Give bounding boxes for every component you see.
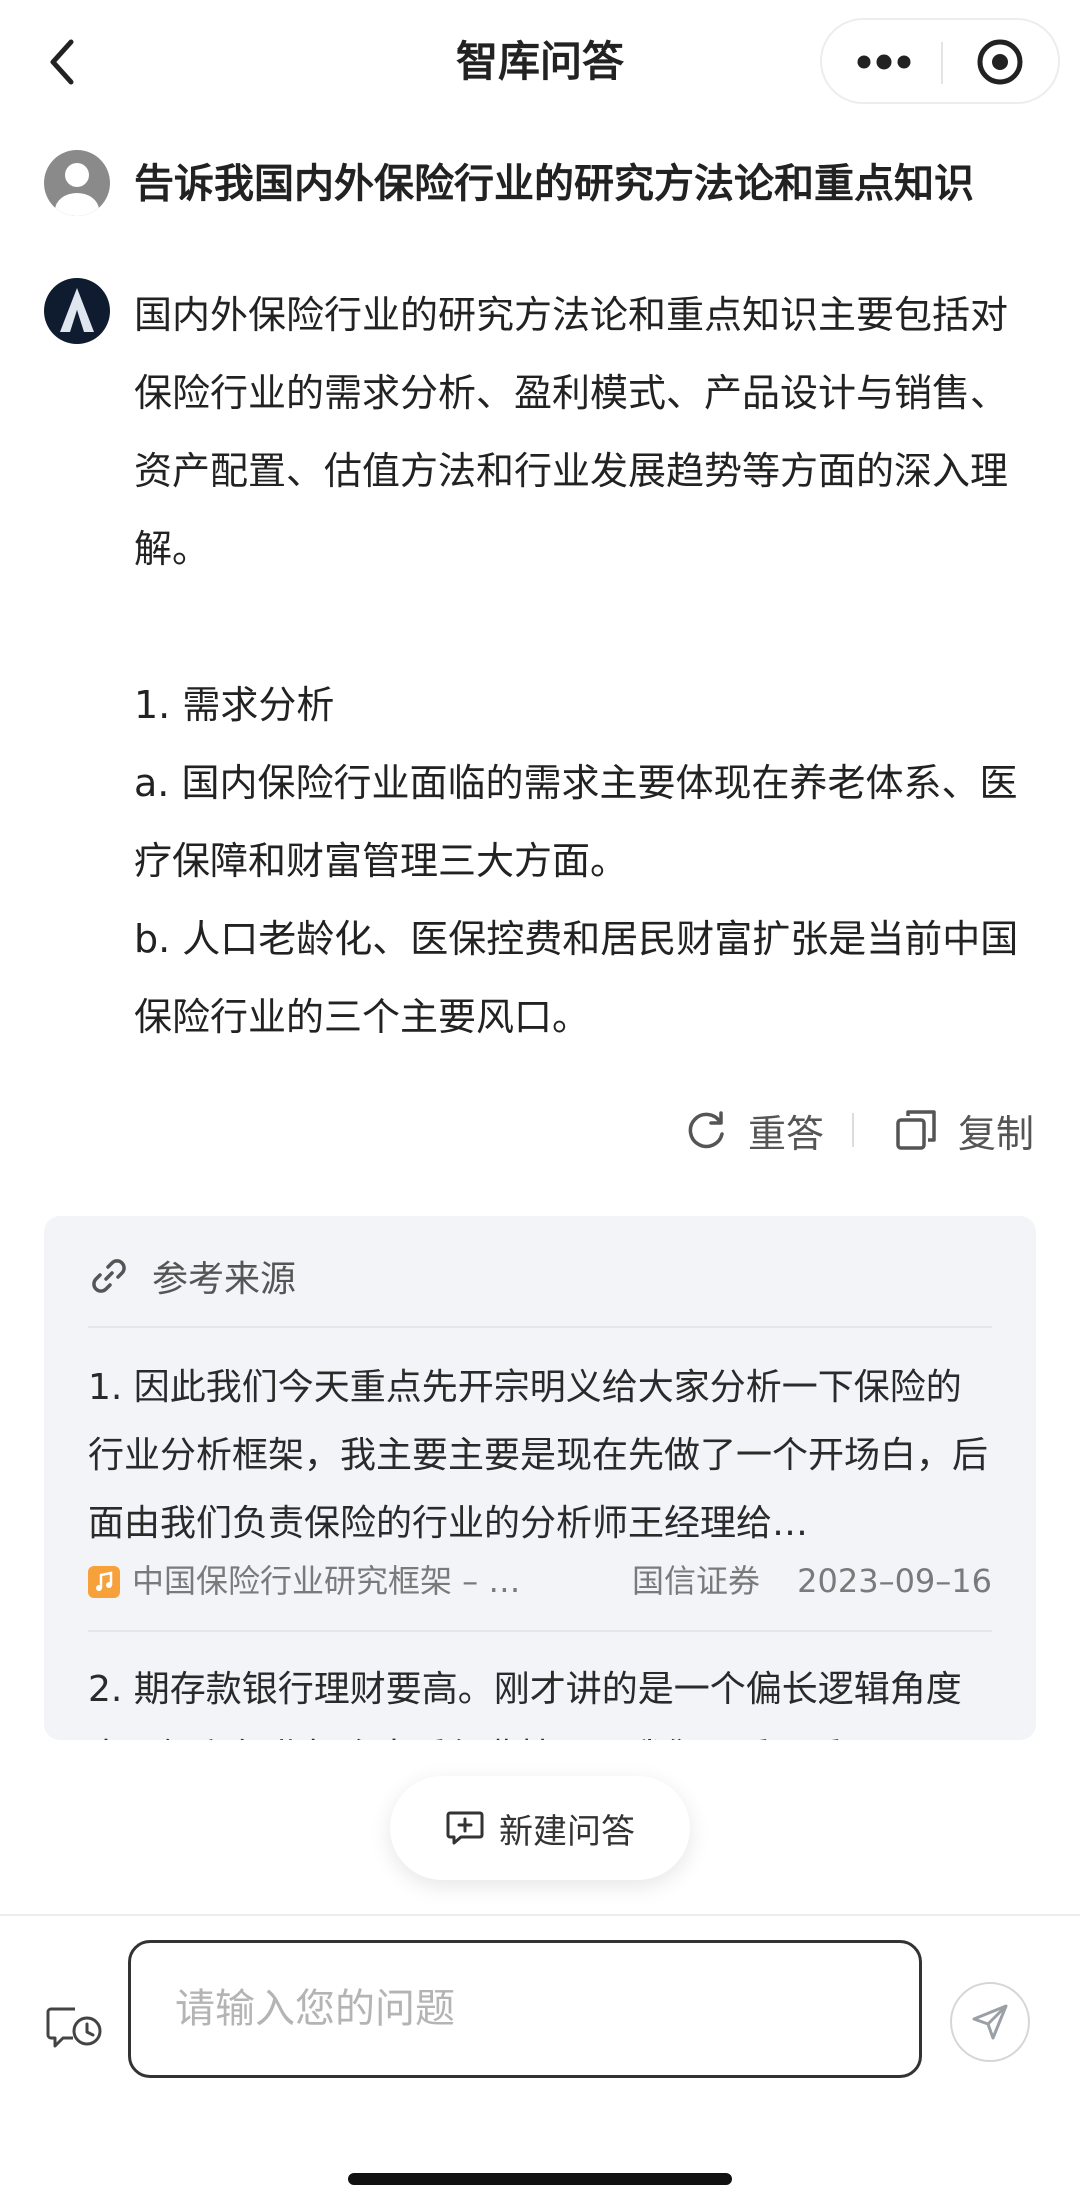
new-question-label: 新建问答 [499, 1811, 635, 1852]
answer-actions: 重答 复制 [684, 1100, 1034, 1160]
reference-divider [88, 1326, 992, 1328]
copy-button[interactable]: 复制 [894, 1103, 1034, 1158]
more-button[interactable] [832, 28, 936, 96]
copy-icon [896, 1110, 936, 1150]
music-note-icon [88, 1566, 120, 1598]
chat-clock-icon [46, 2007, 102, 2048]
reference-card: 参考来源 1. 因此我们今天重点先开宗明义给大家分析一下保险的行业分析框架，我主… [44, 1216, 1036, 1740]
user-silhouette-icon [55, 163, 99, 216]
send-button[interactable] [950, 1982, 1030, 2062]
new-question-button[interactable]: 新建问答 [390, 1776, 690, 1880]
chat-plus-icon [446, 1811, 484, 1845]
reference-title: 参考来源 [152, 1259, 297, 1300]
reference-date: 2023–09–16 [797, 1562, 992, 1600]
answer-content: 国内外保险行业的研究方法论和重点知识主要包括对保险行业的需求分析、盈利模式、产品… [134, 276, 1034, 1056]
more-dots-icon [857, 54, 911, 70]
retry-label: 重答 [747, 1111, 824, 1156]
link-icon [92, 1259, 126, 1293]
answer-point-a: a. 国内保险行业面临的需求主要体现在养老体系、医疗保障和财富管理三大方面。 [134, 761, 1018, 883]
mini-program-capsule [820, 18, 1060, 104]
reference-item-1-text[interactable]: 1. 因此我们今天重点先开宗明义给大家分析一下保险的行业分析框架，我主要主要是现… [88, 1354, 992, 1558]
actions-divider [851, 1113, 854, 1147]
top-bar: 智库问答 [0, 0, 1080, 124]
answer-point-b: b. 人口老龄化、医保控费和居民财富扩张是当前中国保险行业的三个主要风口。 [134, 917, 1019, 1039]
home-indicator [348, 2173, 732, 2185]
send-icon [972, 2004, 1008, 2040]
copy-label: 复制 [957, 1111, 1034, 1156]
user-avatar [44, 150, 110, 216]
reference-item-2-text[interactable]: 2. 期存款银行理财要高。刚才讲的是一个偏长逻辑角度去理解和行业机会来看保费情况… [88, 1656, 992, 1740]
capsule-divider [941, 42, 943, 84]
user-question: 告诉我国内外保险行业的研究方法论和重点知识 [134, 161, 974, 207]
reference-item-1-meta[interactable]: 中国保险行业研究框架 – … 国信证券 2023–09–16 [88, 1556, 992, 1606]
target-icon [977, 39, 1023, 85]
close-mini-program-button[interactable] [948, 28, 1052, 96]
retry-button[interactable]: 重答 [684, 1103, 824, 1158]
history-button[interactable] [44, 1996, 106, 2056]
bot-logo-icon [60, 288, 94, 332]
reference-header: 参考来源 [88, 1250, 296, 1302]
reference-doc-title: 中国保险行业研究框架 – … [132, 1562, 521, 1600]
answer-intro: 国内外保险行业的研究方法论和重点知识主要包括对保险行业的需求分析、盈利模式、产品… [134, 293, 1009, 571]
input-bar-divider [0, 1914, 1080, 1916]
bot-avatar [44, 278, 110, 344]
reference-divider [88, 1630, 992, 1632]
answer-section-title: 1. 需求分析 [134, 683, 335, 727]
refresh-icon [688, 1111, 724, 1149]
question-input-box [128, 1940, 922, 2078]
question-input[interactable] [175, 1943, 875, 2075]
reference-source: 国信证券 [632, 1562, 761, 1600]
